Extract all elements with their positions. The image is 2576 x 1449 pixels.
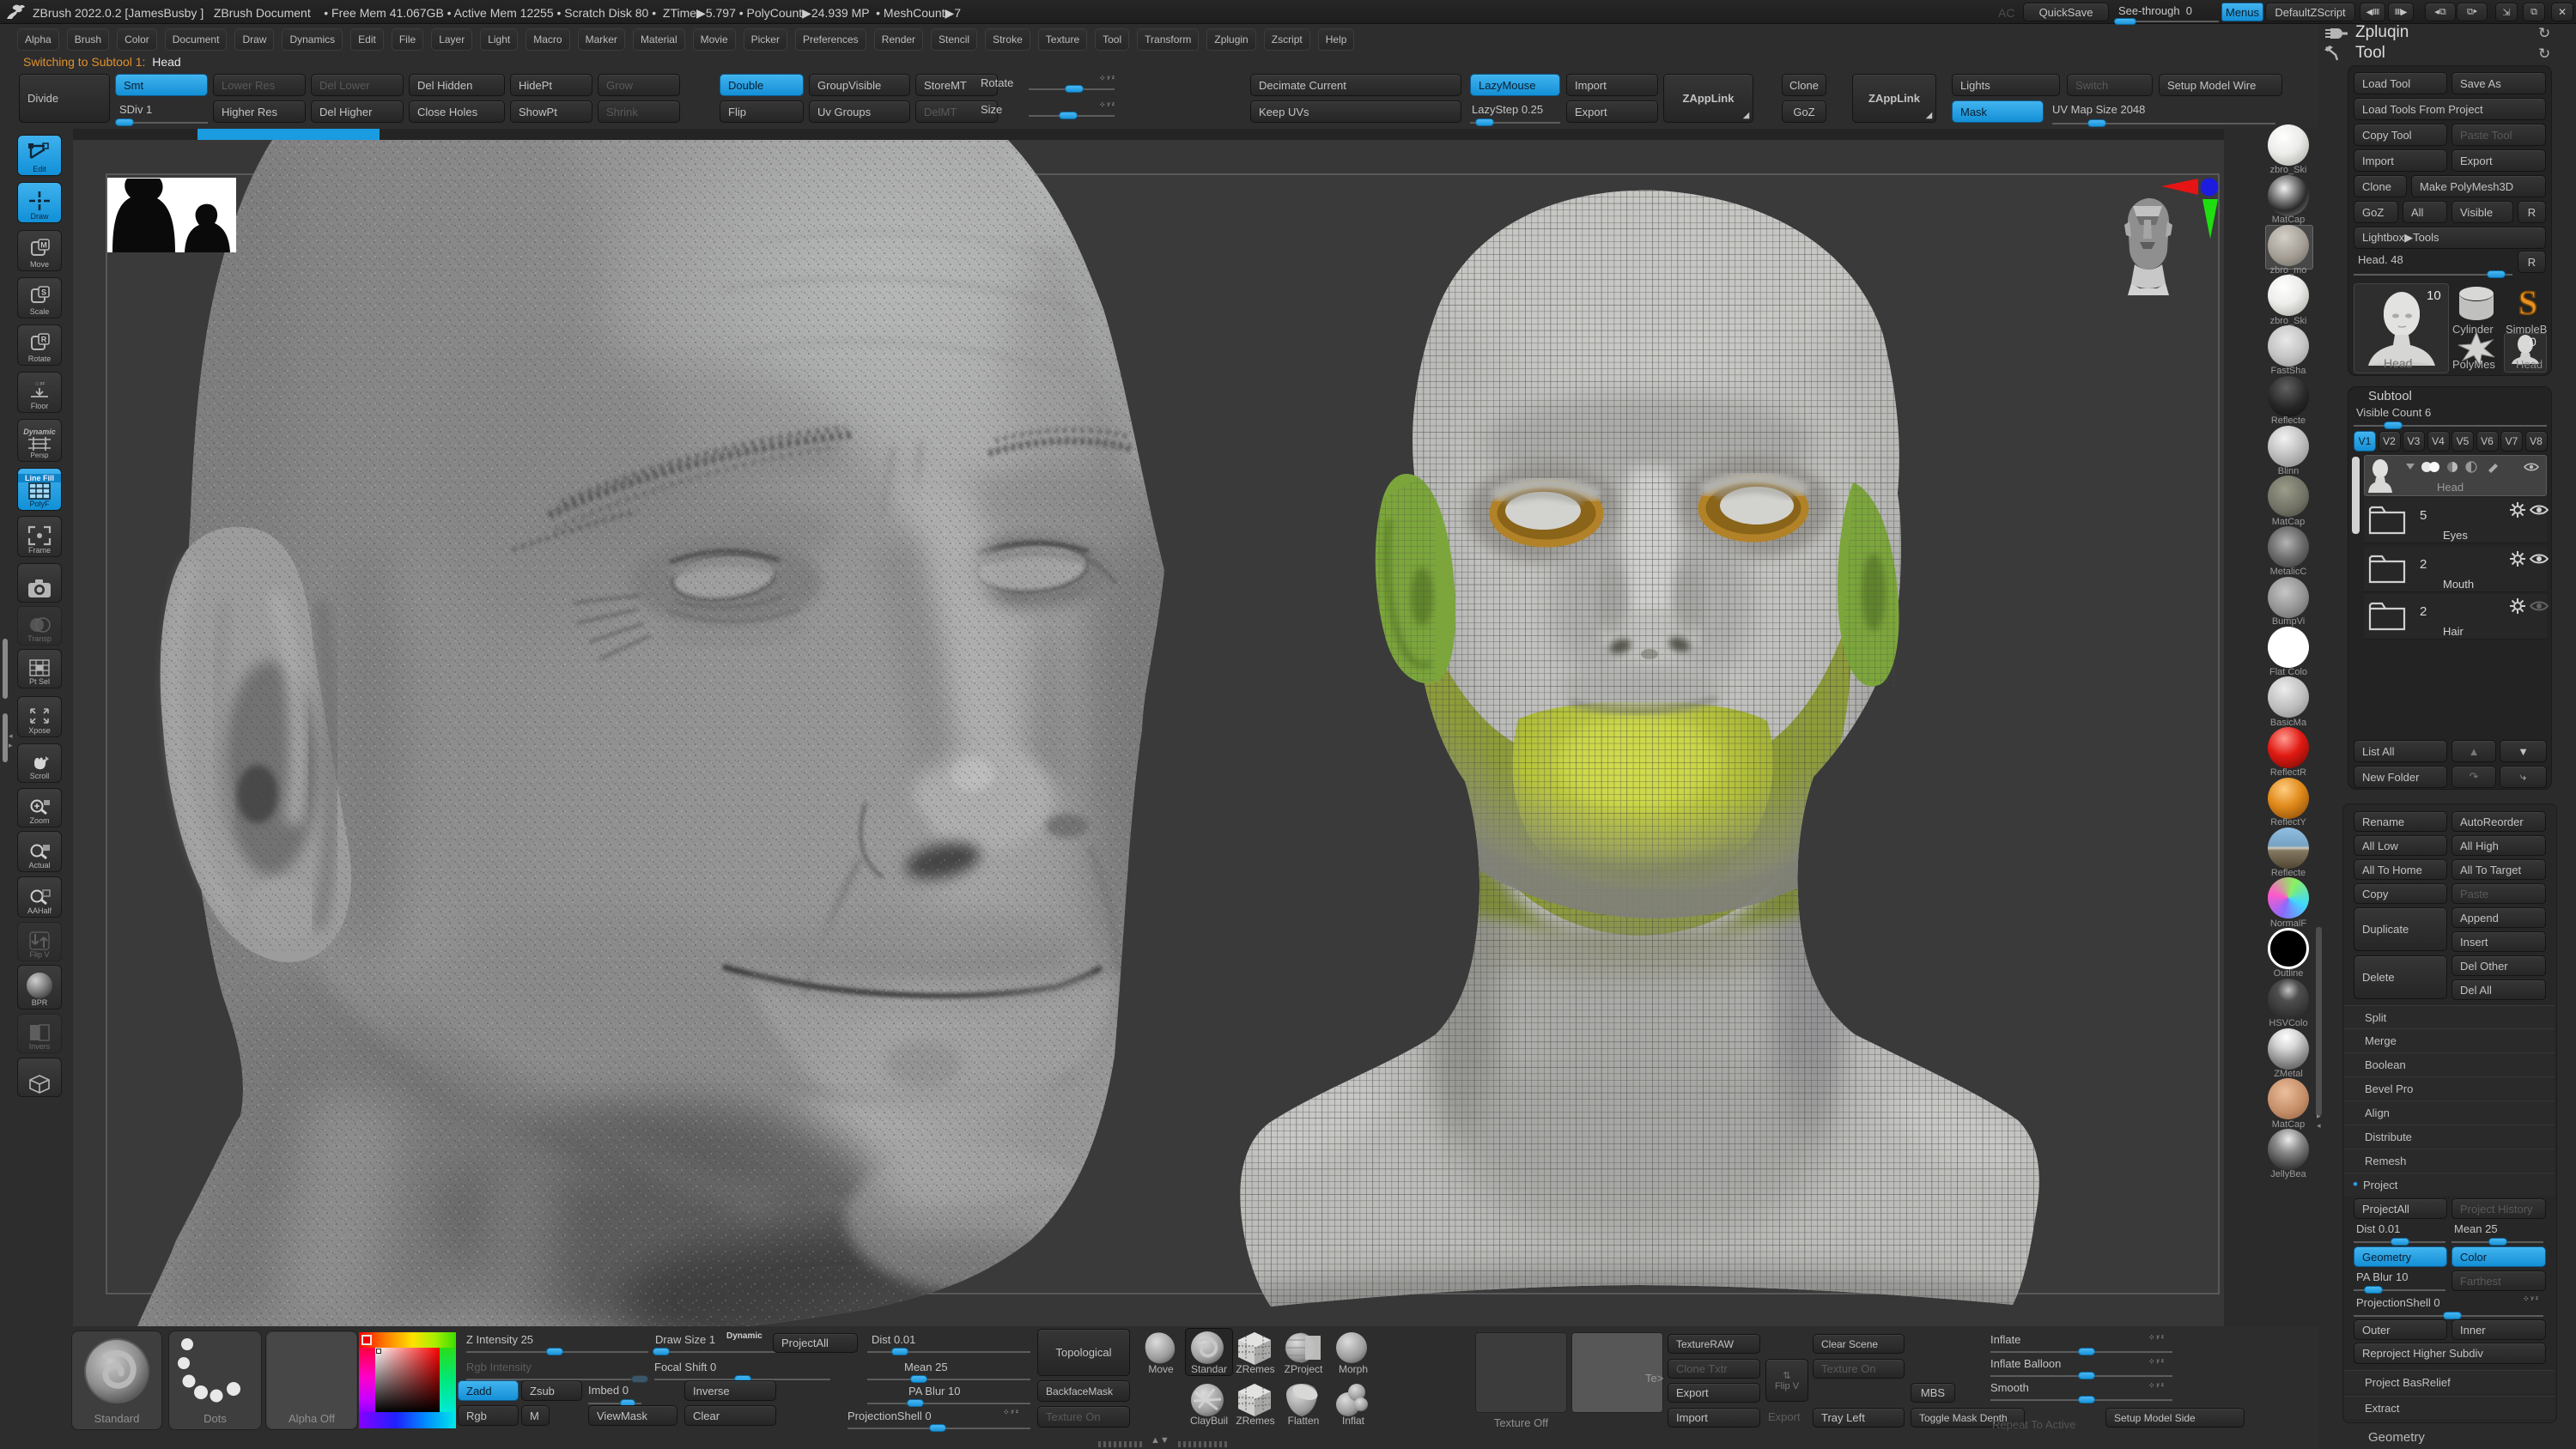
svg-text:⁘ʸᶻ: ⁘ʸᶻ — [34, 380, 45, 388]
svg-text:S: S — [2518, 285, 2537, 321]
svg-text:R: R — [41, 336, 47, 344]
svg-text:M: M — [40, 241, 47, 250]
svg-text:S: S — [41, 288, 46, 297]
